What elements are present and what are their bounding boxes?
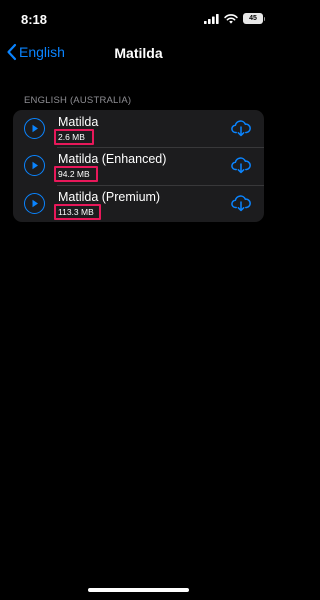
section-header: ENGLISH (AUSTRALIA): [24, 95, 132, 106]
highlight-box: [54, 166, 98, 183]
voice-name: Matilda: [58, 115, 99, 129]
voice-row-premium[interactable]: Matilda (Premium) 113.3 MB: [13, 184, 264, 222]
play-button[interactable]: [24, 118, 45, 139]
battery-level: 45: [249, 15, 257, 22]
signal-icon: [204, 13, 219, 24]
page-title: Matilda: [114, 45, 163, 61]
status-icons: 45: [204, 13, 265, 24]
home-indicator[interactable]: [88, 588, 189, 592]
voice-name: Matilda (Premium): [58, 189, 161, 204]
icloud-download-icon[interactable]: [231, 156, 251, 174]
voice-row-standard[interactable]: Matilda 2.6 MB: [13, 110, 264, 147]
battery-icon: 45: [243, 13, 265, 24]
screen: 8:18 45 English Matilda ENGLISH (AUSTRAL…: [0, 0, 277, 600]
nav-bar: English Matilda: [0, 38, 277, 70]
play-icon: [32, 162, 38, 170]
play-button[interactable]: [24, 155, 45, 177]
icloud-download-icon[interactable]: [231, 119, 251, 137]
play-button[interactable]: [24, 192, 45, 214]
icloud-download-icon[interactable]: [231, 194, 251, 212]
play-icon: [32, 199, 38, 207]
highlight-box: [54, 203, 101, 220]
play-icon: [32, 124, 38, 133]
voice-row-enhanced[interactable]: Matilda (Enhanced) 94.2 MB: [13, 147, 264, 184]
voice-list: Matilda 2.6 MB Matilda (Enhanced) 94.2 M…: [13, 110, 264, 222]
highlight-box: [54, 129, 94, 145]
wifi-icon: [224, 13, 238, 24]
status-bar: 8:18 45: [0, 0, 277, 38]
status-time: 8:18: [21, 12, 48, 27]
voice-name: Matilda (Enhanced): [58, 152, 167, 167]
